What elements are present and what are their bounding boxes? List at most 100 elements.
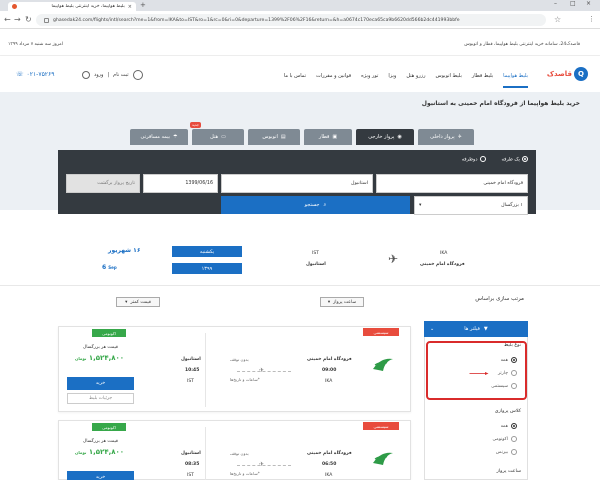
maximize-icon[interactable]: □ (570, 0, 576, 7)
option-label: اکونومی (492, 436, 508, 442)
radio-icon (511, 423, 517, 429)
day-number-en: 6 (102, 264, 107, 271)
new-tab-icon[interactable]: + (140, 1, 146, 9)
origin-code: IKA (325, 473, 333, 478)
option-label: یک طرفه (501, 157, 520, 163)
filters-toggle[interactable]: ▼ فیلتر ها ⌄ (424, 321, 528, 337)
today-date: امروز سه شنبه ۷ مرداد ۱۳۹۹ (8, 42, 63, 47)
tab-domestic-flight[interactable]: ✈ پرواز داخلی (418, 129, 474, 145)
filter-icon: ▼ (483, 326, 488, 332)
new-badge: جدید (190, 122, 201, 128)
price-label: قیمت هر بزرگسال (83, 439, 118, 444)
browser-menu-icon[interactable]: ⋮ (588, 15, 595, 23)
airplane-icon: ✈ (457, 134, 462, 140)
price-value: ۱,۵۲۴,۸۰۰ تومان (75, 448, 124, 456)
origin-code: IKA (325, 379, 333, 384)
airline-logo-icon (373, 358, 393, 371)
bookmark-star-icon[interactable]: ☆ (554, 15, 561, 24)
currency: تومان (75, 450, 87, 455)
sort-by-price[interactable]: قیمت کمتر ▾ (116, 297, 160, 307)
dest-time: 08:35 (185, 462, 200, 467)
buy-button[interactable]: خرید (67, 471, 134, 480)
nav-visa[interactable]: ویزا (388, 73, 396, 79)
nav-hotel[interactable]: رزرو هتل (406, 73, 425, 79)
site-info-bar: قاصدک24، سامانه خرید اینترنتی بلیط هواپی… (0, 30, 600, 56)
search-icon: ⌕ (323, 202, 327, 208)
tab-label: اتوبوس (262, 134, 278, 140)
window-close-icon[interactable]: × (586, 0, 591, 7)
logo-mark-icon: Q (574, 67, 588, 81)
tab-bus[interactable]: ▤ اتوبوس (248, 129, 300, 145)
main-nav: بلیط هواپیما بلیط قطار بلیط اتوبوس رزرو … (284, 64, 528, 88)
dropdown-icon: ▾ (327, 299, 331, 305)
origin-time: 09:00 (322, 368, 337, 373)
airplane-icon: ✈ (388, 252, 399, 266)
tab-label: بیمه مسافرتی (140, 134, 170, 140)
bus-icon: ▤ (280, 134, 286, 140)
back-icon[interactable]: ← (4, 15, 11, 24)
site-tagline: قاصدک24، سامانه خرید اینترنتی بلیط هواپی… (464, 42, 580, 47)
origin-name: فرودگاه امام خمینی (307, 451, 352, 456)
url-field[interactable]: ghasedak24.com/flights/intl/search?me=1&… (36, 14, 546, 26)
stops-info: بدون توقف (230, 451, 249, 456)
round-trip-option[interactable]: دوطرفه (462, 156, 486, 163)
depart-date-field[interactable]: 1399/06/16 (143, 174, 218, 193)
ticket-type-badge: سیستمی (363, 422, 399, 430)
tab-train[interactable]: ▣ قطار (304, 129, 352, 145)
login-icon[interactable] (82, 71, 90, 79)
nav-train[interactable]: بلیط قطار (472, 73, 493, 79)
browser-tab[interactable]: بلیط هواپیما، خرید اینترنتی بلیط هواپیما… (8, 2, 136, 11)
return-date-field[interactable]: تاریخ پرواز برگشت (66, 174, 140, 193)
login-area: ثبت نام | ورود (82, 70, 143, 80)
close-tab-icon[interactable]: × (128, 4, 132, 10)
tab-hotel[interactable]: جدید ▭ هتل (190, 122, 244, 145)
airplane-icon: ✈ (259, 367, 265, 374)
day-number: ۱۶ (133, 247, 141, 254)
summary-year: ۱۳۹۹ (172, 263, 242, 274)
buy-button[interactable]: خرید (67, 377, 134, 390)
card-divider (205, 427, 206, 480)
browser-tabstrip: بلیط هواپیما، خرید اینترنتی بلیط هواپیما… (0, 0, 600, 11)
forward-icon[interactable]: → (14, 15, 21, 24)
destination-field[interactable]: استانبول (221, 174, 373, 193)
page-title: خرید بلیط هواپیما از فرودگاه امام خمینی … (421, 100, 580, 107)
flight-card: سیستمی اکونومی فرودگاه امام خمینی 06:50 … (58, 420, 411, 480)
sort-label: قیمت کمتر (130, 299, 151, 305)
option-label: بیزنس (495, 449, 508, 455)
time-note: *ساعات و تاریخ‌ها (230, 471, 260, 476)
class-badge: اکونومی (92, 423, 126, 431)
airline-logo-icon (373, 452, 393, 465)
nav-contact[interactable]: تماس با ما (284, 73, 306, 79)
site-logo[interactable]: Q قاصدک (532, 66, 588, 82)
tab-travel-insurance[interactable]: ☂ بیمه مسافرتی (130, 129, 188, 145)
stops-info: بدون توقف (230, 357, 249, 362)
ticket-details-button[interactable]: جزئیات بلیط (67, 393, 134, 404)
nav-rules[interactable]: قوانین و مقررات (316, 73, 351, 79)
summary-date-en: 6 Sep (102, 264, 117, 271)
class-economy[interactable]: اکونومی (493, 436, 517, 442)
nav-special-tour[interactable]: تور ویژه (361, 73, 378, 79)
site-header: Q قاصدک بلیط هواپیما بلیط قطار بلیط اتوب… (0, 56, 600, 92)
passengers-select[interactable]: ۱ بزرگسال ▾ (414, 196, 528, 215)
sort-by-time[interactable]: ساعت پرواز ▾ (320, 297, 364, 307)
reload-icon[interactable]: ↻ (25, 15, 32, 24)
one-way-option[interactable]: یک طرفه (502, 156, 528, 163)
ticket-type-badge: سیستمی (363, 328, 399, 336)
signup-link[interactable]: ثبت نام (113, 72, 128, 78)
globe-icon: ◉ (397, 134, 402, 140)
search-button[interactable]: جستجو ⌕ (221, 196, 410, 214)
tab-title: بلیط هواپیما، خرید اینترنتی بلیط هواپیما (51, 4, 125, 9)
nav-flights[interactable]: بلیط هواپیما (503, 73, 528, 88)
class-title: کلاس پروازی (494, 409, 521, 414)
user-icon[interactable] (132, 70, 143, 80)
origin-field[interactable]: فرودگاه امام خمینی (376, 174, 528, 193)
tab-label: پرواز خارجی (368, 134, 395, 140)
nav-bus[interactable]: بلیط اتوبوس (436, 73, 462, 79)
class-all[interactable]: همه (501, 423, 517, 429)
umbrella-icon: ☂ (172, 134, 178, 140)
login-link[interactable]: ورود (94, 72, 103, 78)
tab-international-flight[interactable]: ◉ پرواز خارجی (356, 129, 414, 145)
support-phone[interactable]: ☏ ۰۲۱-۷۵۲۶۹ (16, 71, 54, 78)
class-business[interactable]: بیزنس (496, 449, 517, 455)
minimize-icon[interactable]: – (554, 0, 557, 7)
